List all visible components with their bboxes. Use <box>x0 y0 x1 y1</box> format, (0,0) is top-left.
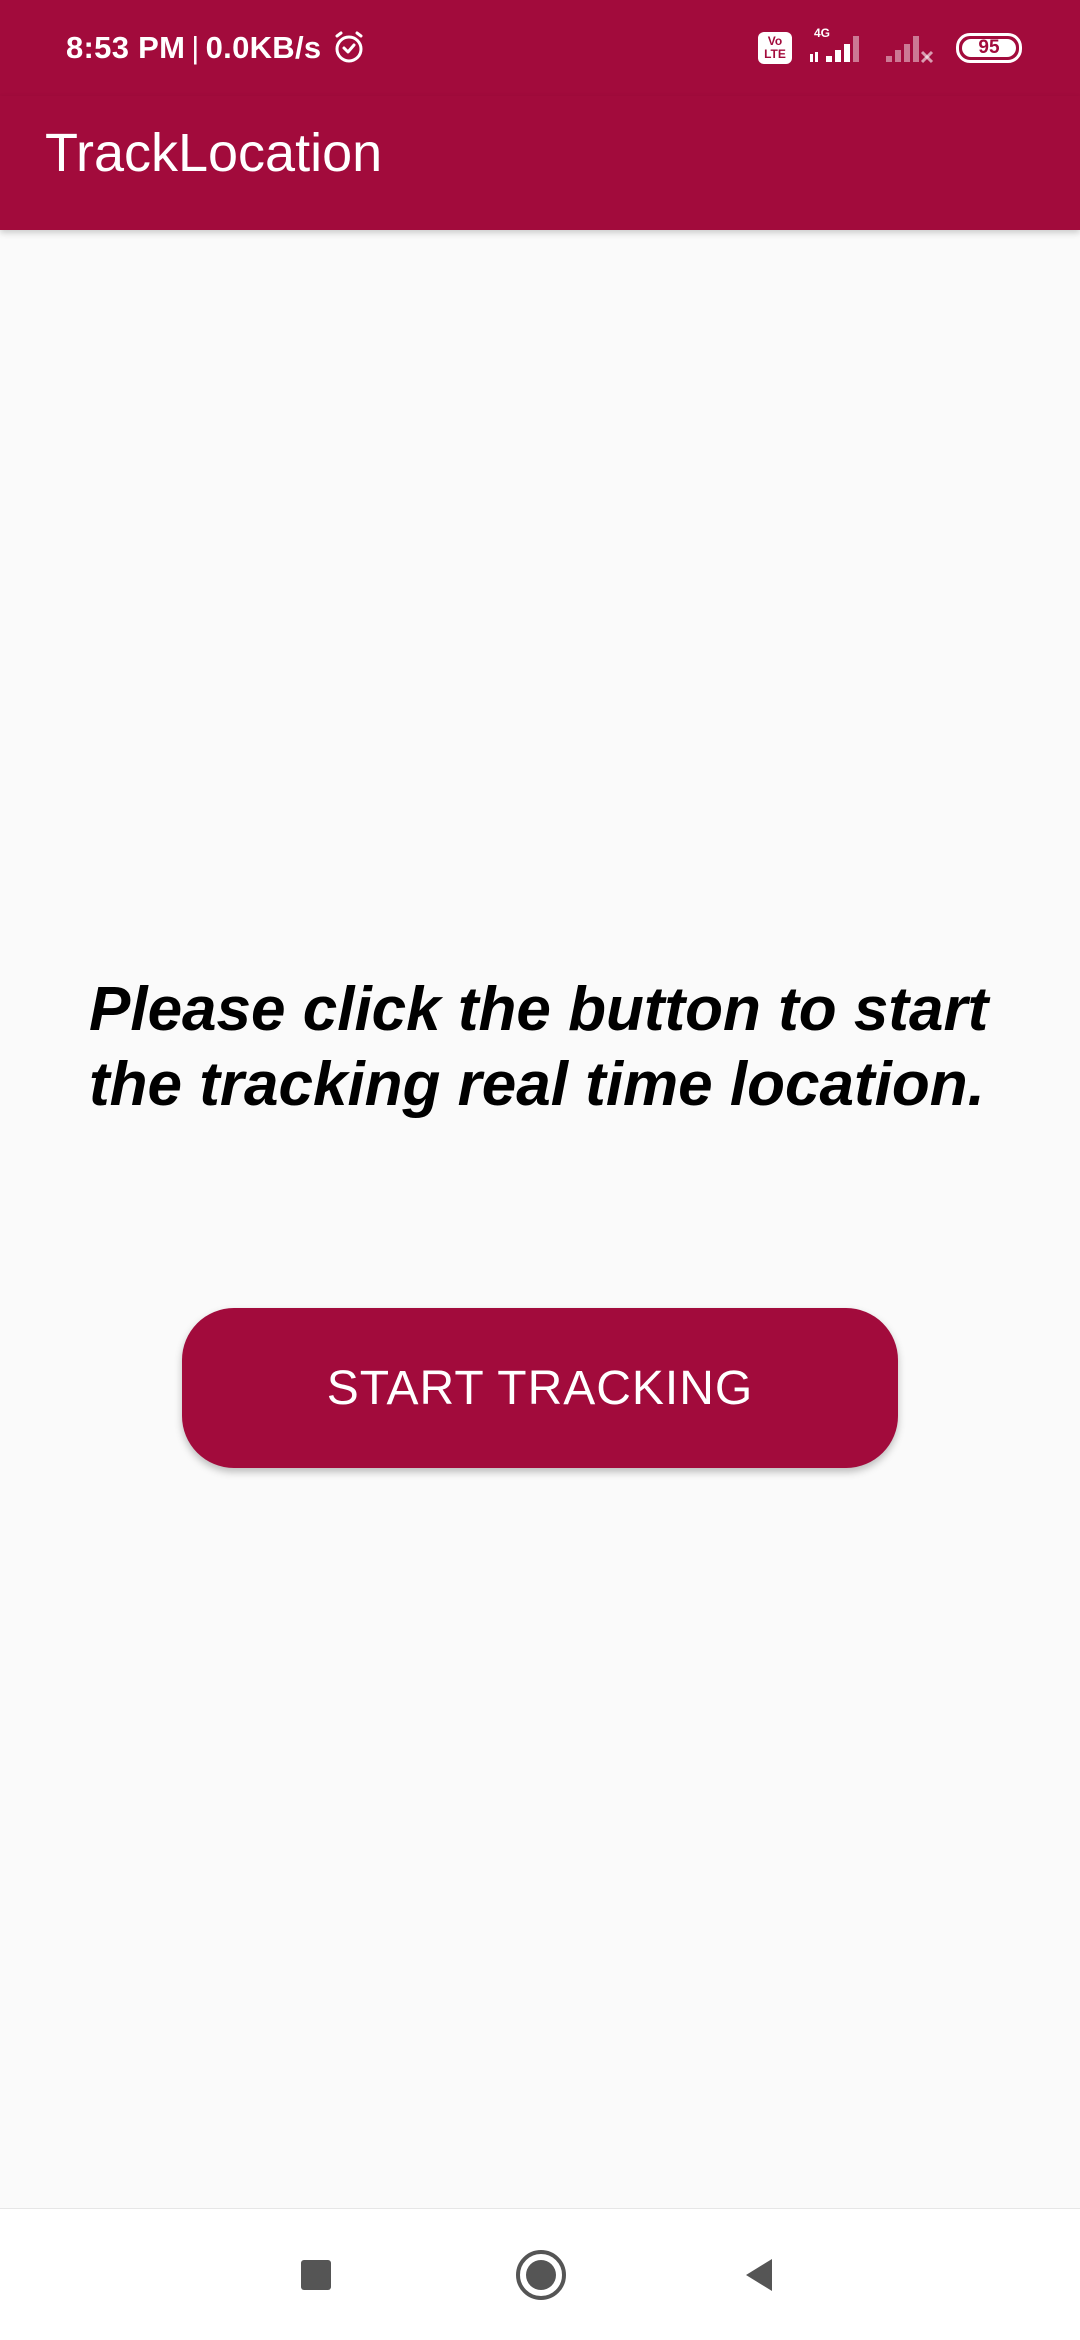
app-bar: TrackLocation <box>0 96 1080 230</box>
signal-no-service-icon <box>882 30 940 66</box>
app-title: TrackLocation <box>45 123 383 183</box>
start-tracking-button[interactable]: START TRACKING <box>182 1308 898 1468</box>
status-separator: | <box>191 30 200 65</box>
net-speed: 0.0KB/s <box>205 30 322 65</box>
battery-level: 95 <box>978 37 1000 58</box>
recents-square-icon <box>301 2260 331 2290</box>
back-button[interactable] <box>700 2209 820 2340</box>
back-triangle-icon <box>746 2259 772 2291</box>
status-bar: 8:53 PM | 0.0KB/s Vo LTE 4G 95 <box>0 0 1080 96</box>
status-time: 8:53 PM <box>66 30 186 65</box>
screen: 8:53 PM | 0.0KB/s Vo LTE 4G 95 TrackLoca… <box>0 0 1080 2340</box>
status-left: 8:53 PM | 0.0KB/s <box>66 26 367 70</box>
battery-icon: 95 <box>956 33 1022 63</box>
volte-bottom-text: LTE <box>764 47 786 61</box>
home-button[interactable] <box>481 2209 601 2340</box>
signal-4g-icon: 4G <box>808 26 866 66</box>
home-circle-icon <box>516 2250 566 2300</box>
volte-icon: Vo LTE <box>758 32 792 64</box>
alarm-icon <box>331 30 367 66</box>
navigation-bar <box>0 2208 1080 2340</box>
instruction-message: Please click the button to start the tra… <box>89 975 989 1119</box>
status-right: Vo LTE 4G 95 <box>758 26 1022 68</box>
recents-button[interactable] <box>256 2209 376 2340</box>
